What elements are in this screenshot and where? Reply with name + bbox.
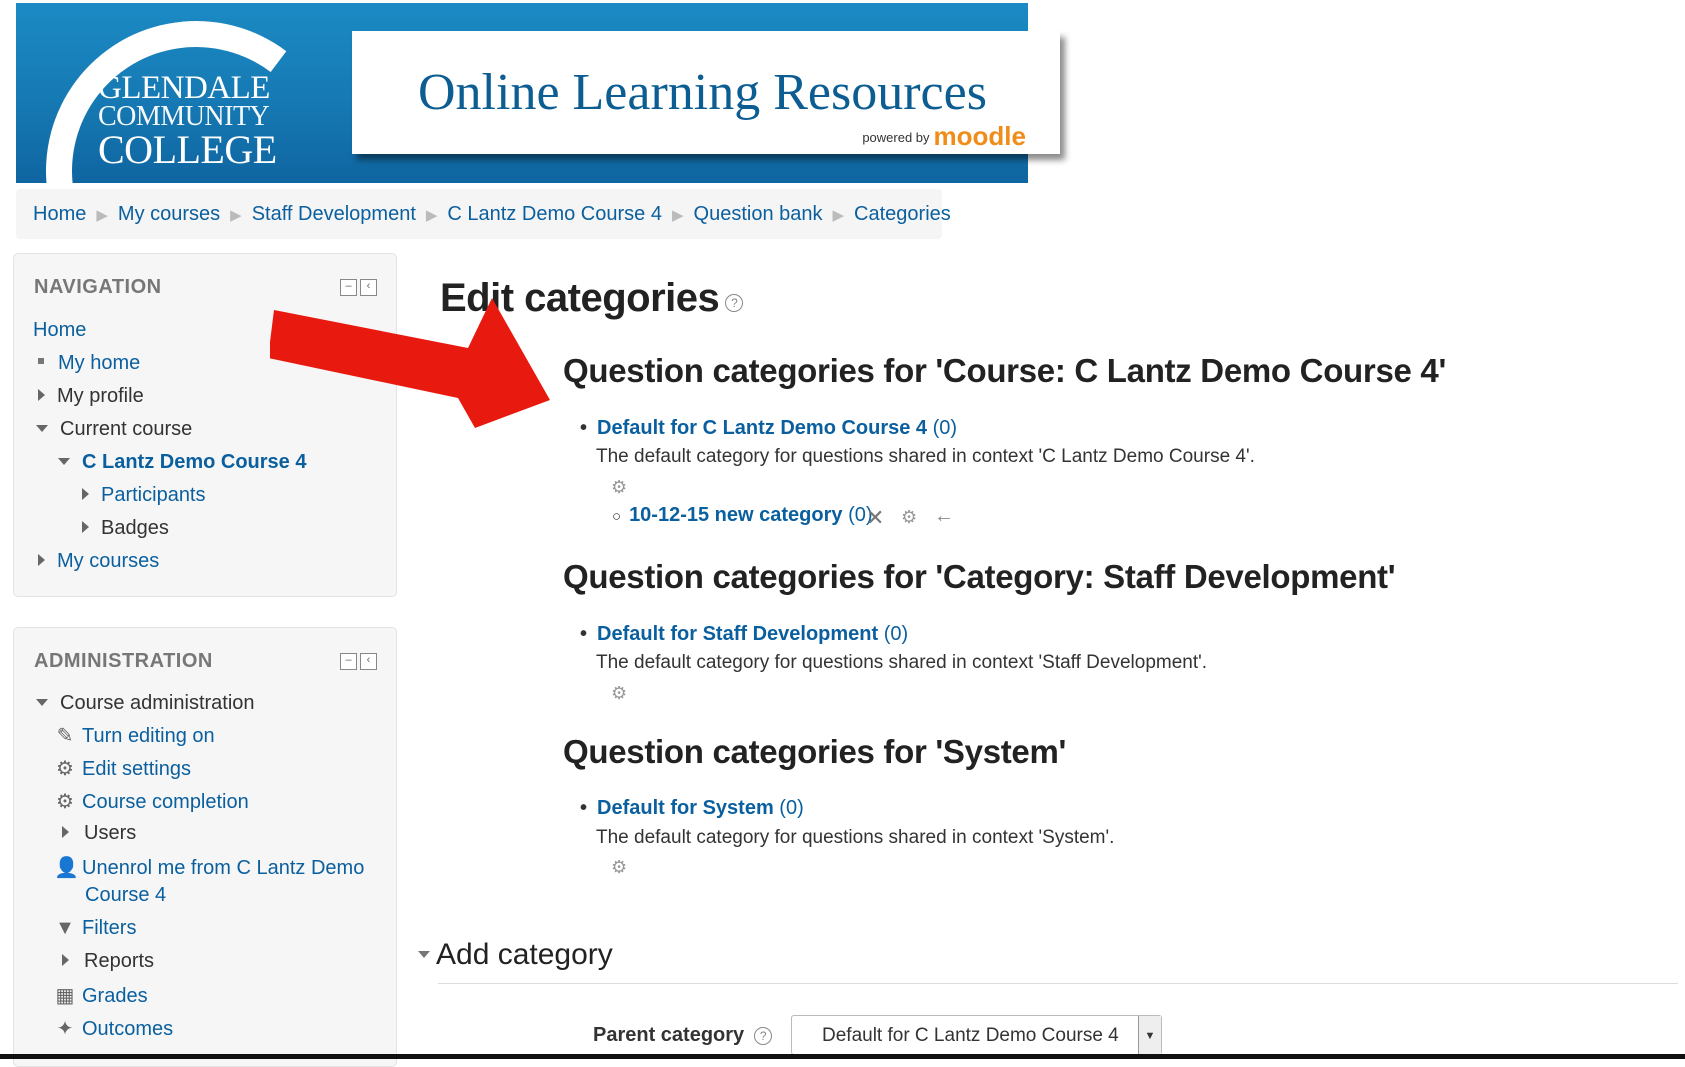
divider xyxy=(438,983,1678,984)
expand-icon[interactable] xyxy=(82,521,89,533)
collapse-tree-icon[interactable] xyxy=(36,425,48,432)
expand-icon[interactable] xyxy=(82,488,89,500)
navigation-heading: NAVIGATION xyxy=(34,276,162,298)
parent-category-label: Parent category? xyxy=(593,1024,773,1047)
breadcrumb-separator-icon: ▶ xyxy=(230,207,242,224)
help-icon[interactable]: ? xyxy=(754,1027,773,1045)
admin-filters[interactable]: Filters xyxy=(82,917,136,939)
bottom-border xyxy=(0,1054,1685,1059)
admin-edit-settings[interactable]: Edit settings xyxy=(82,758,191,780)
administration-block: ADMINISTRATION – ‹ Course administration … xyxy=(13,627,397,1067)
category-description: The default category for questions share… xyxy=(596,652,1208,673)
admin-course-completion[interactable]: Course completion xyxy=(82,791,249,813)
user-icon: 👤 xyxy=(54,857,79,879)
collapse-tree-icon[interactable] xyxy=(36,699,48,706)
delete-icon[interactable]: ✕ xyxy=(866,505,884,531)
nav-my-home[interactable]: My home xyxy=(58,352,140,374)
parent-category-select[interactable]: Default for C Lantz Demo Course 4 ▼ xyxy=(791,1015,1162,1055)
gear-icon: ⚙ xyxy=(56,791,74,813)
category-link[interactable]: Default for Staff Development xyxy=(597,623,878,645)
gear-icon[interactable]: ⚙ xyxy=(611,683,627,704)
chevron-down-icon[interactable]: ▼ xyxy=(1138,1016,1161,1054)
breadcrumb-my-courses[interactable]: My courses xyxy=(118,203,220,225)
outcomes-icon: ✦ xyxy=(56,1018,74,1040)
category-item: • Default for Staff Development (0) xyxy=(580,623,909,645)
gear-icon[interactable]: ⚙ xyxy=(901,507,917,528)
annotation-arrow-icon xyxy=(270,298,550,428)
dock-icon[interactable]: ‹ xyxy=(360,653,377,670)
admin-users[interactable]: Users xyxy=(84,822,136,844)
collapse-tree-icon[interactable] xyxy=(58,458,70,465)
gear-icon: ⚙ xyxy=(56,758,74,780)
breadcrumb: Home ▶ My courses ▶ Staff Development ▶ C Lant… xyxy=(16,189,951,239)
subcategory-link[interactable]: 10-12-15 new category xyxy=(629,504,842,526)
logo-line-3: COLLEGE xyxy=(98,126,277,172)
subcategory-item: ○ 10-12-15 new category (0) xyxy=(612,504,873,526)
gear-icon[interactable]: ⚙ xyxy=(611,477,627,498)
move-left-icon[interactable]: ← xyxy=(934,505,954,528)
nav-badges[interactable]: Badges xyxy=(101,517,169,539)
category-description: The default category for questions share… xyxy=(596,446,1255,467)
category-count: (0) xyxy=(932,417,958,439)
category-link[interactable]: Default for C Lantz Demo Course 4 xyxy=(597,417,927,439)
category-count: (0) xyxy=(883,623,909,645)
moodle-logo: moodle xyxy=(933,121,1026,151)
admin-unenrol-line1[interactable]: Unenrol me from C Lantz Demo xyxy=(82,857,364,879)
site-title: Online Learning Resources xyxy=(418,64,987,121)
category-item: • Default for System (0) xyxy=(580,797,804,819)
nav-my-courses[interactable]: My courses xyxy=(57,550,159,572)
admin-turn-editing-on[interactable]: Turn editing on xyxy=(82,725,215,747)
collapse-tree-icon xyxy=(418,951,430,958)
expand-icon[interactable] xyxy=(62,826,69,838)
admin-grades[interactable]: Grades xyxy=(82,985,148,1007)
nav-my-profile[interactable]: My profile xyxy=(57,385,144,407)
admin-unenrol-line2[interactable]: Course 4 xyxy=(85,884,166,906)
nav-home[interactable]: Home xyxy=(33,319,86,341)
category-item: • Default for C Lantz Demo Course 4 (0) xyxy=(580,417,958,439)
powered-by: powered by moodle xyxy=(862,121,1026,151)
breadcrumb-separator-icon: ▶ xyxy=(832,207,845,224)
category-description: The default category for questions share… xyxy=(596,827,1115,848)
expand-icon[interactable] xyxy=(38,554,45,566)
breadcrumb-separator-icon: ▶ xyxy=(425,207,438,224)
breadcrumb-categories[interactable]: Categories xyxy=(854,203,951,225)
section-heading-category: Question categories for 'Category: Staff… xyxy=(563,558,1396,595)
expand-icon[interactable] xyxy=(38,389,45,401)
section-heading-system: Question categories for 'System' xyxy=(563,733,1067,770)
logo-line-1: GLENDALE xyxy=(98,70,270,106)
breadcrumb-course[interactable]: C Lantz Demo Course 4 xyxy=(447,203,662,225)
breadcrumb-home[interactable]: Home xyxy=(33,203,86,225)
nav-participants[interactable]: Participants xyxy=(101,484,206,506)
gear-icon[interactable]: ⚙ xyxy=(611,857,627,878)
nav-current-course[interactable]: Current course xyxy=(60,418,192,440)
collapse-icon[interactable]: – xyxy=(340,653,357,670)
help-icon[interactable]: ? xyxy=(725,294,744,312)
pencil-icon: ✎ xyxy=(56,725,74,747)
admin-reports[interactable]: Reports xyxy=(84,950,154,972)
category-count: (0) xyxy=(779,797,804,819)
add-category-toggle[interactable]: Add category xyxy=(418,938,613,972)
logo-line-2: COMMUNITY xyxy=(98,101,270,133)
section-heading-course: Question categories for 'Course: C Lantz… xyxy=(563,352,1447,389)
expand-icon[interactable] xyxy=(62,954,69,966)
admin-outcomes[interactable]: Outcomes xyxy=(82,1018,173,1040)
breadcrumb-question-bank[interactable]: Question bank xyxy=(694,203,823,225)
college-logo[interactable]: GLENDALE COMMUNITY COLLEGE xyxy=(98,70,277,172)
breadcrumb-separator-icon: ▶ xyxy=(671,207,684,224)
administration-heading: ADMINISTRATION xyxy=(34,650,213,672)
nav-course[interactable]: C Lantz Demo Course 4 xyxy=(82,451,306,473)
bullet-icon xyxy=(38,358,44,364)
filter-icon: ▼ xyxy=(55,917,75,939)
breadcrumb-separator-icon: ▶ xyxy=(96,207,108,224)
breadcrumb-staff-development[interactable]: Staff Development xyxy=(252,203,416,225)
block-controls: – ‹ xyxy=(340,653,378,671)
admin-course-administration[interactable]: Course administration xyxy=(60,692,255,714)
category-link[interactable]: Default for System xyxy=(597,797,774,819)
site-title-box: Online Learning Resources powered by mood… xyxy=(352,31,1060,154)
grades-icon: ▦ xyxy=(55,985,75,1007)
